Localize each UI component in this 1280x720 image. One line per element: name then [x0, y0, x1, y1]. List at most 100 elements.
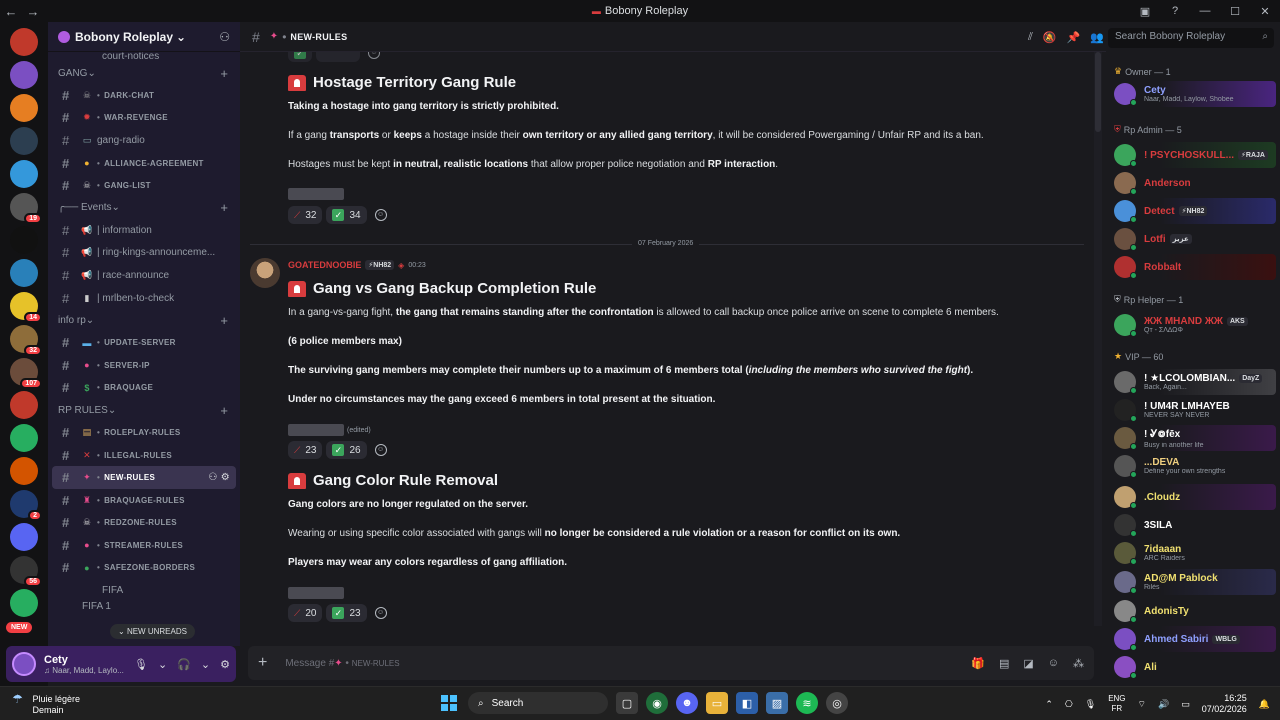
channel-item[interactable]: # ♜ • BRAQUAGE-RULES — [52, 489, 236, 512]
task-view-icon[interactable]: ▢ — [616, 692, 638, 714]
new-unreads-badge[interactable]: NEW — [6, 622, 33, 633]
avatar[interactable] — [12, 652, 36, 676]
member-item[interactable]: Lotfi عزيز — [1110, 226, 1276, 252]
close-icon[interactable]: ✕ — [1250, 5, 1280, 18]
settings-gear-icon[interactable]: ⚙ — [220, 658, 230, 671]
server-icon[interactable]: 14 — [10, 292, 42, 323]
emoji-icon[interactable]: ☺ — [1048, 657, 1059, 670]
notifications-bell-icon[interactable]: 🔔 — [1259, 699, 1270, 710]
guild-header[interactable]: Bobony Roleplay ⌄ ⚇ — [48, 22, 240, 52]
member-item[interactable]: Ali — [1110, 654, 1276, 680]
channel-item[interactable]: # ✕ • ILLEGAL-RULES — [52, 444, 236, 467]
server-icon[interactable] — [10, 523, 38, 551]
member-item[interactable]: ...DEVA Define your own strengths — [1110, 453, 1276, 479]
new-unreads-pill[interactable]: ⌄ NEW UNREADS — [110, 624, 195, 639]
member-item[interactable]: .Cloudz — [1110, 484, 1276, 510]
channel-item[interactable]: FIFA 1 — [52, 602, 236, 612]
attach-plus-icon[interactable]: + — [258, 654, 267, 672]
channel-item[interactable]: # $ • BRAQUAGE — [52, 377, 236, 400]
forward-arrow-icon[interactable]: → — [22, 4, 44, 19]
channel-item[interactable]: # ● • SERVER-IP — [52, 354, 236, 377]
channel-item[interactable]: FIFA — [52, 579, 236, 602]
taskbar-search[interactable]: ⌕ Search — [468, 692, 608, 714]
steam-icon[interactable]: ◎ — [826, 692, 848, 714]
member-item[interactable]: Ahmed Sabiri WBLG — [1110, 626, 1276, 652]
chevron-down-icon[interactable]: ⌄ — [158, 658, 167, 671]
message-composer[interactable]: + Message #✦ • NEW-RULES 🎁 ▤ ◪ ☺ ⁂ — [248, 646, 1094, 680]
channel-item[interactable]: # ▬ • UPDATE-SERVER — [52, 331, 236, 354]
chevron-down-icon[interactable]: ⌄ — [201, 658, 210, 671]
channel-settings-icon[interactable]: ⚇ ⚙ — [208, 472, 230, 483]
member-item[interactable]: ! PSYCHOSKULL... ⚡RAJA — [1110, 142, 1276, 168]
server-icon[interactable] — [10, 160, 38, 188]
reaction-button[interactable]: ✓ 26 — [326, 441, 367, 459]
channel-item[interactable]: # ▮ | mrlben-to-check — [52, 287, 236, 310]
help-icon[interactable]: ? — [1160, 5, 1190, 17]
create-channel-icon[interactable]: + — [220, 313, 228, 328]
add-reaction-icon[interactable]: ☺ — [374, 209, 387, 221]
server-icon[interactable] — [10, 424, 38, 452]
author-name[interactable]: GOATEDNOOBIE — [288, 260, 361, 270]
gif-icon[interactable]: ▤ — [999, 657, 1009, 670]
server-icon[interactable] — [10, 28, 38, 56]
member-item[interactable]: Robbalt — [1110, 254, 1276, 280]
channel-item[interactable]: court-notices — [52, 52, 236, 62]
microphone-icon[interactable]: 🎙 — [134, 658, 148, 671]
network-icon[interactable]: ⌔ — [1138, 699, 1146, 710]
reaction-button[interactable]: ⟋ 23 — [288, 441, 323, 459]
create-channel-icon[interactable]: + — [220, 200, 228, 215]
search-input[interactable]: Search Bobony Roleplay ⌕ — [1108, 28, 1274, 48]
server-icon[interactable] — [10, 259, 38, 287]
server-icon[interactable]: 32 — [10, 325, 42, 356]
add-reaction-icon[interactable]: ☺ — [374, 444, 387, 456]
add-reaction-icon[interactable]: ☺ — [368, 52, 380, 59]
server-icon[interactable] — [10, 589, 38, 617]
channel-item[interactable]: # ☠ • REDZONE-RULES — [52, 512, 236, 535]
channel-item[interactable]: # ● • STREAMER-RULES — [52, 534, 236, 557]
channel-item[interactable]: # ● • SAFEZONE-BORDERS — [52, 557, 236, 580]
channel-item[interactable]: # ● • ALLIANCE-AGREEMENT — [52, 152, 236, 175]
battery-icon[interactable]: ▭ — [1181, 699, 1190, 710]
channel-item[interactable]: # ☠ • DARK-CHAT — [52, 84, 236, 107]
create-channel-icon[interactable]: + — [220, 403, 228, 418]
channel-item[interactable]: # ✦ • NEW-RULES ⚇ ⚙ — [52, 466, 236, 489]
server-icon[interactable]: 107 — [10, 358, 42, 389]
channel-item[interactable]: # ▭ gang-radio — [52, 129, 236, 152]
gift-icon[interactable]: 🎁 — [971, 657, 985, 670]
back-arrow-icon[interactable]: ← — [0, 4, 22, 19]
sticker-icon[interactable]: ◪ — [1023, 657, 1033, 670]
microphone-icon[interactable]: 🎙 — [1085, 699, 1096, 710]
server-icon[interactable] — [10, 457, 38, 485]
channel-category[interactable]: RP RULES ⌄ + — [48, 399, 240, 421]
member-item[interactable]: 3SILA — [1110, 512, 1276, 538]
channel-item[interactable]: # 📢 | information — [52, 219, 236, 242]
channel-item[interactable]: # 📢 | race-announce — [52, 264, 236, 287]
member-item[interactable]: Cety Naar, Madd, Laylow, Shobee — [1110, 81, 1276, 107]
reaction-button[interactable]: ⟋ 20 — [288, 604, 323, 622]
minimize-icon[interactable]: — — [1190, 5, 1220, 17]
scrollbar-thumb[interactable] — [1095, 52, 1101, 132]
member-item[interactable]: ! UM4R LMHAYEB NEVER SAY NEVER — [1110, 397, 1276, 423]
pinned-messages-icon[interactable]: 📌 — [1067, 31, 1081, 44]
server-icon[interactable] — [10, 226, 38, 254]
channel-item[interactable]: # ✹ • WAR-REVENGE — [52, 107, 236, 130]
server-icon[interactable] — [10, 94, 38, 122]
member-item[interactable]: AD@M Pablock Rilès — [1110, 569, 1276, 595]
spotify-icon[interactable]: ≋ — [796, 692, 818, 714]
channel-category[interactable]: ╭── Events ⌄ + — [48, 197, 240, 219]
channel-item[interactable]: # ☠ • GANG-LIST — [52, 174, 236, 197]
volume-icon[interactable]: 🔊 — [1158, 699, 1169, 710]
invite-user-icon[interactable]: ⚇ — [219, 30, 230, 44]
clock[interactable]: 16:25 07/02/2026 — [1202, 693, 1247, 715]
chrome-icon[interactable]: ◉ — [646, 692, 668, 714]
member-item[interactable]: AdonisTy — [1110, 598, 1276, 624]
server-icon[interactable]: 56 — [10, 556, 42, 587]
message-scrollbar[interactable] — [1094, 52, 1102, 626]
member-item[interactable]: ! Ꮍ៙fēx Busy in another life — [1110, 425, 1276, 451]
inbox-icon[interactable]: ▣ — [1130, 5, 1160, 18]
gamepad-icon[interactable]: ⎔ — [1065, 699, 1073, 710]
server-icon[interactable]: 19 — [10, 193, 42, 224]
file-explorer-icon[interactable]: ▭ — [706, 692, 728, 714]
channel-item[interactable]: # ▤ • ROLEPLAY-RULES — [52, 421, 236, 444]
server-icon[interactable] — [10, 127, 38, 155]
